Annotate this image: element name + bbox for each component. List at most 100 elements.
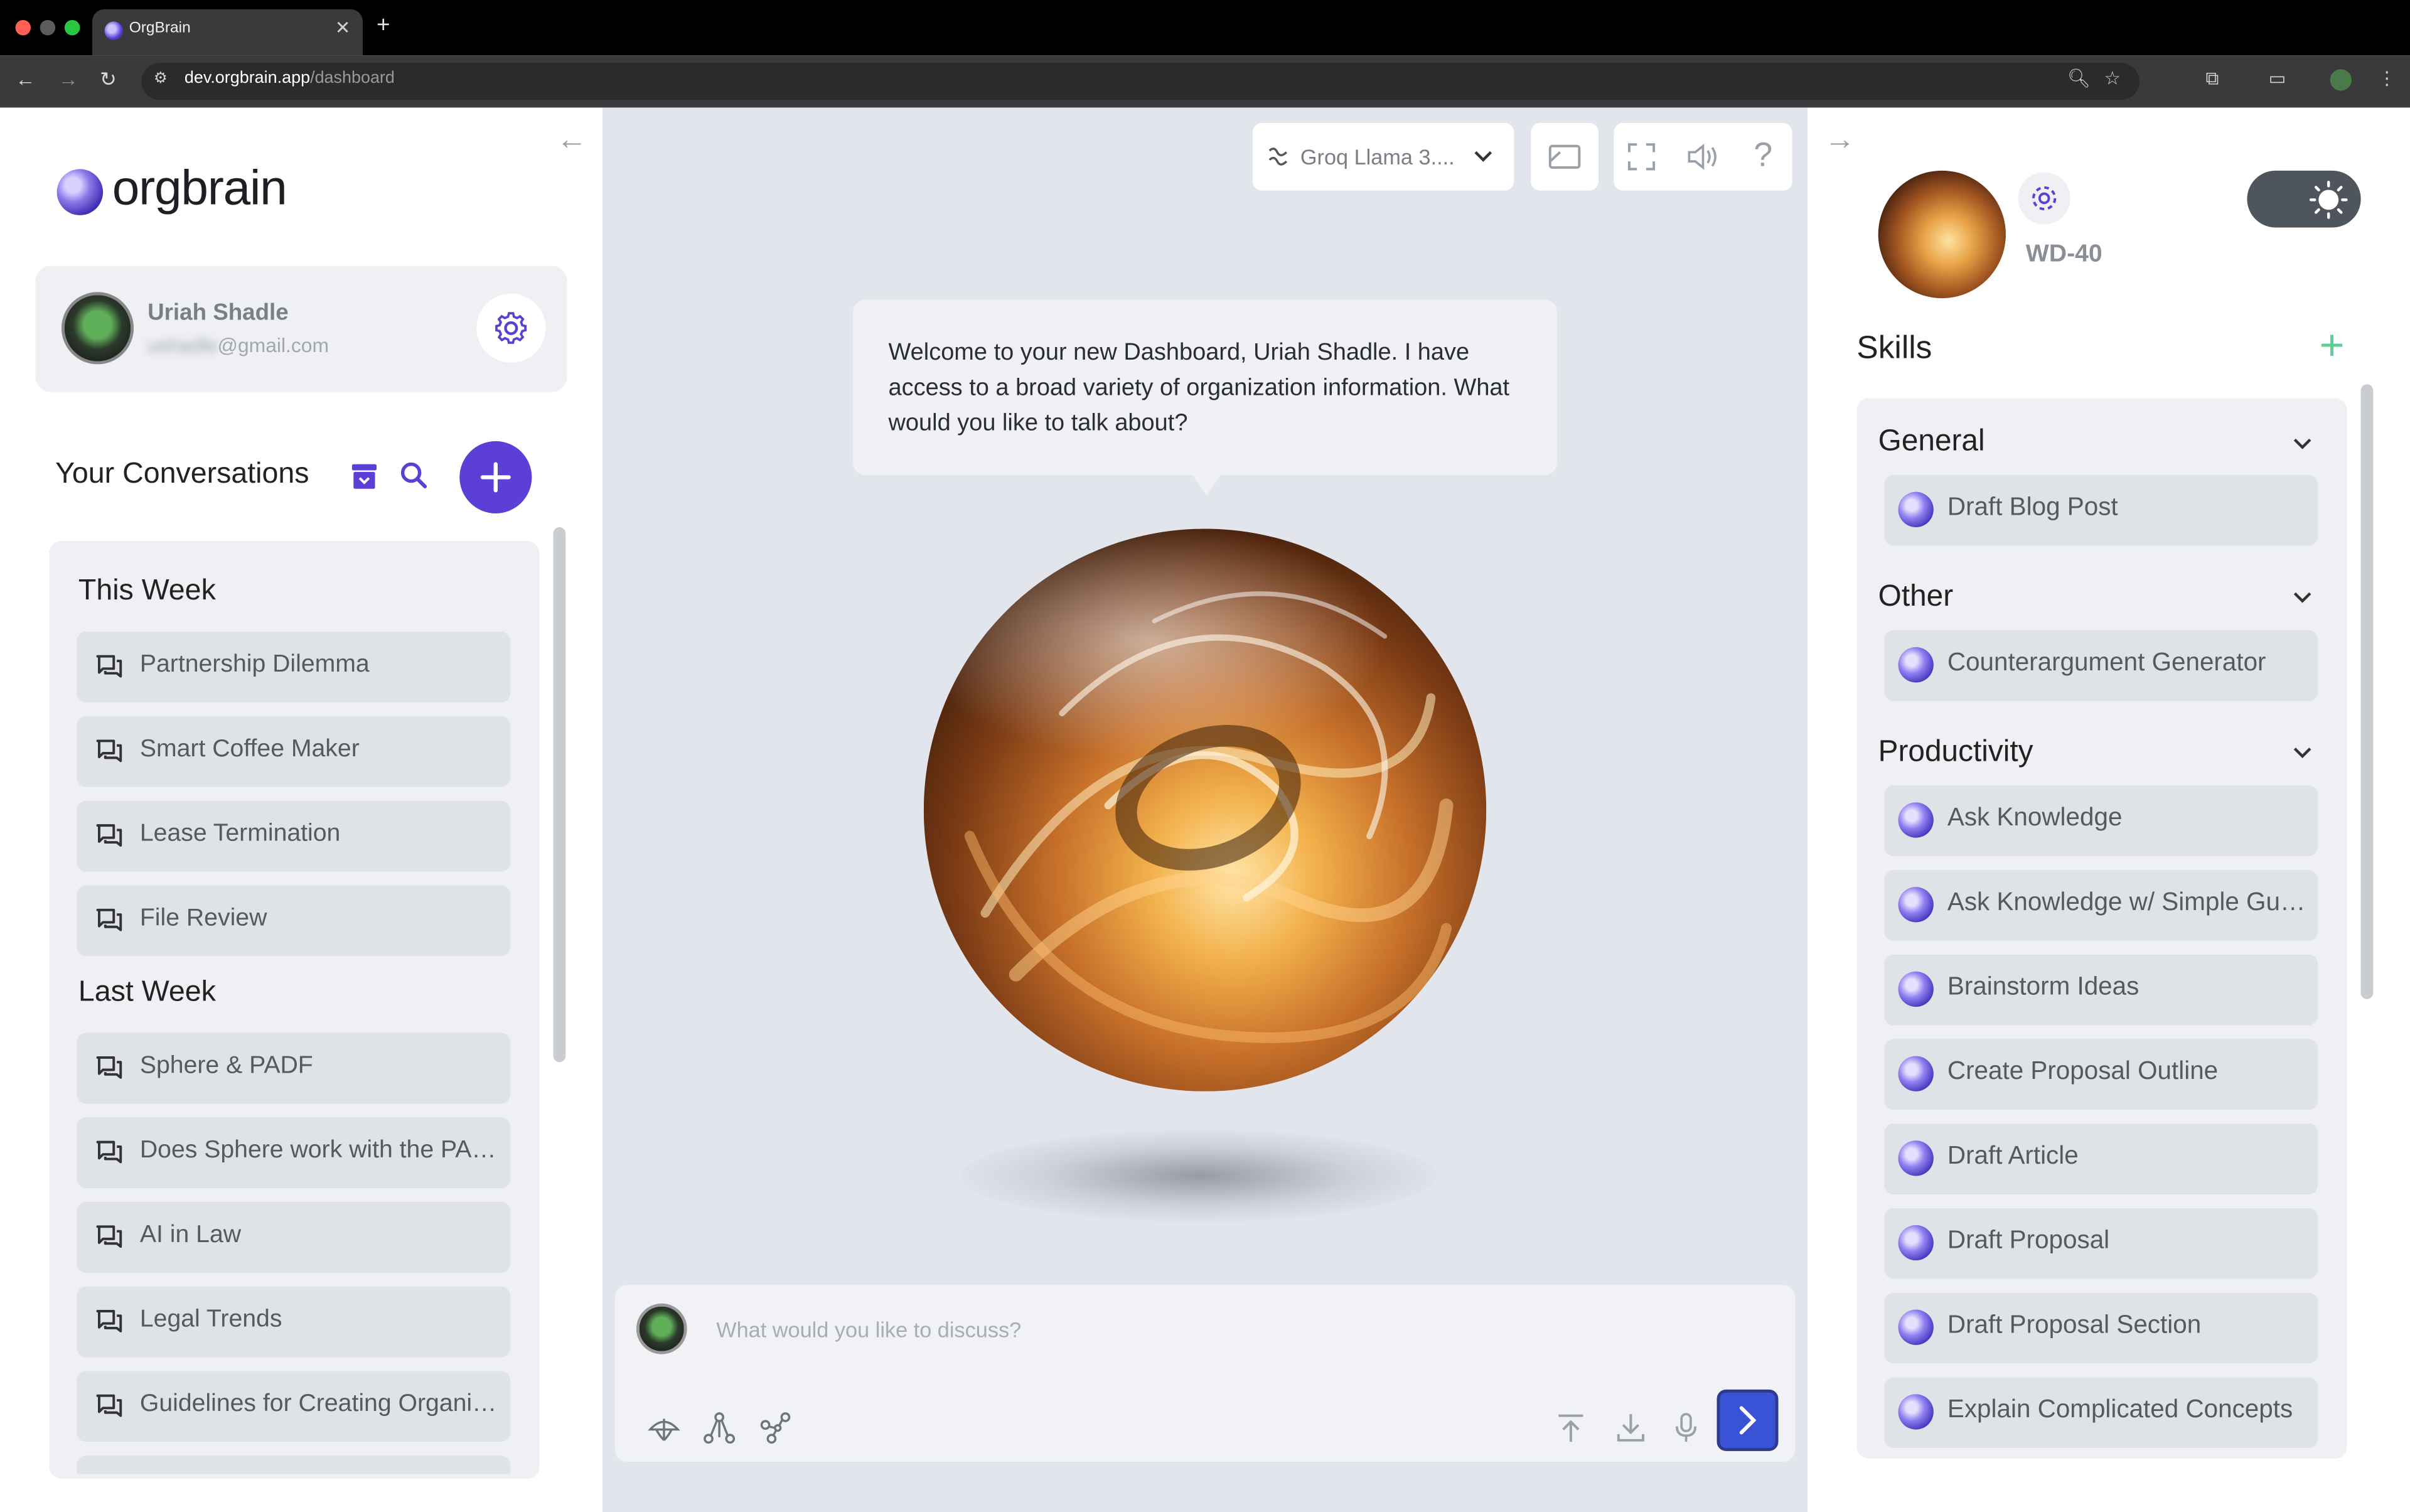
url-field[interactable]: [141, 63, 2140, 100]
conversation-item[interactable]: Lease Termination: [77, 800, 511, 872]
chat-icon: [96, 1056, 122, 1079]
skill-item[interactable]: Draft Proposal: [1884, 1208, 2318, 1279]
skill-category-other[interactable]: Other: [1878, 579, 1953, 614]
url-path: /dashboard: [310, 69, 395, 88]
volume-icon[interactable]: [1686, 141, 1720, 172]
tab-search-icon[interactable]: ▭: [2269, 68, 2286, 89]
conversations-title: Your Conversations: [55, 458, 309, 491]
user-settings-button[interactable]: [476, 293, 546, 363]
agent-name: WD-40: [2025, 241, 2102, 268]
chevron-down-icon[interactable]: [2291, 434, 2313, 455]
new-conversation-button[interactable]: [459, 441, 532, 513]
conversation-item-partial[interactable]: [77, 1456, 511, 1474]
skill-label: Draft Proposal: [1947, 1226, 2110, 1255]
send-button[interactable]: [1716, 1389, 1779, 1451]
skill-orb-icon: [1898, 491, 1934, 528]
skills-scrollbar[interactable]: [2360, 384, 2374, 999]
upload-icon[interactable]: [1554, 1411, 1588, 1445]
conversation-item[interactable]: Partnership Dilemma: [77, 631, 511, 703]
bookmark-star-icon[interactable]: ☆: [2104, 68, 2121, 89]
skill-item[interactable]: Create Proposal Outline: [1884, 1039, 2318, 1110]
search-icon[interactable]: [400, 461, 427, 489]
browser-tab[interactable]: OrgBrain ✕: [92, 9, 363, 56]
user-avatar: [61, 292, 134, 365]
chat-icon: [96, 1394, 122, 1417]
skill-item[interactable]: Ask Knowledge w/ Simple Guardrails: [1884, 870, 2318, 941]
skill-category-productivity[interactable]: Productivity: [1878, 735, 2033, 770]
skill-orb-icon: [1898, 1309, 1934, 1345]
reload-icon[interactable]: ↻: [100, 68, 117, 92]
skill-item[interactable]: Draft Blog Post: [1884, 475, 2318, 546]
model-select[interactable]: Groq Llama 3....: [1252, 122, 1514, 191]
browser-tab-bar: OrgBrain ✕ +: [0, 0, 2410, 56]
chat-icon: [96, 1140, 122, 1164]
close-tab-icon[interactable]: ✕: [335, 17, 351, 38]
conversation-item[interactable]: Does Sphere work with the PADF?: [77, 1117, 511, 1189]
graph-icon[interactable]: [759, 1411, 793, 1445]
collapse-sidebar-arrow-left-icon[interactable]: ←: [557, 123, 587, 158]
back-icon[interactable]: ←: [15, 68, 35, 91]
new-tab-icon[interactable]: +: [377, 13, 390, 39]
conversation-item[interactable]: Smart Coffee Maker: [77, 716, 511, 787]
model-select-label: Groq Llama 3....: [1300, 144, 1455, 169]
skill-item[interactable]: Explain Complicated Concepts: [1884, 1377, 2318, 1448]
add-skill-plus-icon[interactable]: +: [2320, 322, 2345, 368]
collapse-right-arrow-icon[interactable]: →: [1824, 123, 1855, 158]
conversation-item[interactable]: AI in Law: [77, 1202, 511, 1273]
skill-label: Ask Knowledge w/ Simple Guardrails: [1947, 888, 2312, 916]
layout-icon: [1548, 144, 1581, 169]
conversation-label: File Review: [139, 905, 267, 932]
extensions-icon[interactable]: ⧉: [2205, 68, 2219, 91]
conversation-label: AI in Law: [139, 1221, 242, 1248]
group-title-last-week: Last Week: [78, 976, 216, 1009]
help-icon[interactable]: ?: [1754, 136, 1772, 176]
window-maximize-button[interactable]: [64, 19, 80, 36]
window-close-button[interactable]: [15, 19, 31, 36]
skill-orb-icon: [1898, 1225, 1934, 1261]
skill-orb-icon: [1898, 1140, 1934, 1176]
skill-orb-icon: [1898, 647, 1934, 683]
chevron-down-icon[interactable]: [2291, 743, 2313, 764]
skill-label: Brainstorm Ideas: [1947, 973, 2140, 1001]
agent-settings-button[interactable]: [2018, 172, 2070, 225]
skill-label: Draft Article: [1947, 1142, 2079, 1170]
skill-label: Create Proposal Outline: [1947, 1057, 2219, 1085]
message-input[interactable]: [716, 1314, 1762, 1345]
fullscreen-icon[interactable]: [1626, 141, 1657, 172]
conversation-item[interactable]: File Review: [77, 885, 511, 957]
theme-toggle[interactable]: [2247, 170, 2361, 228]
app-logo-text: orgbrain: [112, 159, 287, 215]
chevron-down-icon[interactable]: [2291, 587, 2313, 609]
conversation-label: Legal Trends: [139, 1306, 282, 1333]
url-text[interactable]: dev.orgbrain.app/dashboard: [185, 69, 395, 87]
skill-item[interactable]: Draft Proposal Section: [1884, 1292, 2318, 1364]
skill-item[interactable]: Brainstorm Ideas: [1884, 954, 2318, 1026]
chat-icon: [96, 655, 122, 678]
profile-avatar-icon[interactable]: [2330, 69, 2352, 91]
conversation-item[interactable]: Sphere & PADF: [77, 1032, 511, 1104]
conversation-list-scrollbar[interactable]: [553, 527, 566, 1063]
bubble-tail: [1191, 473, 1222, 495]
chat-icon: [96, 824, 122, 847]
site-info-icon[interactable]: ⚙: [154, 71, 168, 88]
skill-category-general[interactable]: General: [1878, 424, 1985, 459]
microphone-icon[interactable]: [1669, 1411, 1703, 1445]
skill-item[interactable]: Counterargument Generator: [1884, 630, 2318, 701]
download-icon[interactable]: [1614, 1411, 1647, 1445]
conversation-item[interactable]: Legal Trends: [77, 1286, 511, 1358]
forward-icon[interactable]: →: [58, 68, 78, 91]
workflow-icon[interactable]: [702, 1411, 736, 1445]
skill-label: Ask Knowledge: [1947, 803, 2123, 832]
skill-orb-icon: [1898, 971, 1934, 1007]
conversation-item[interactable]: Guidelines for Creating Organizations: [77, 1371, 511, 1442]
skill-item[interactable]: Draft Article: [1884, 1123, 2318, 1194]
archive-icon[interactable]: [350, 463, 378, 490]
browser-menu-icon[interactable]: ⋮: [2378, 68, 2396, 89]
window-minimize-button[interactable]: [40, 19, 56, 36]
conversation-label: Lease Termination: [139, 820, 341, 847]
skill-label: Explain Complicated Concepts: [1947, 1395, 2293, 1424]
zoom-icon[interactable]: 🔍︎: [2067, 68, 2091, 89]
skill-item[interactable]: Ask Knowledge: [1884, 785, 2318, 857]
layout-toggle-button[interactable]: [1531, 122, 1599, 191]
web-search-toggle-icon[interactable]: [647, 1411, 681, 1445]
